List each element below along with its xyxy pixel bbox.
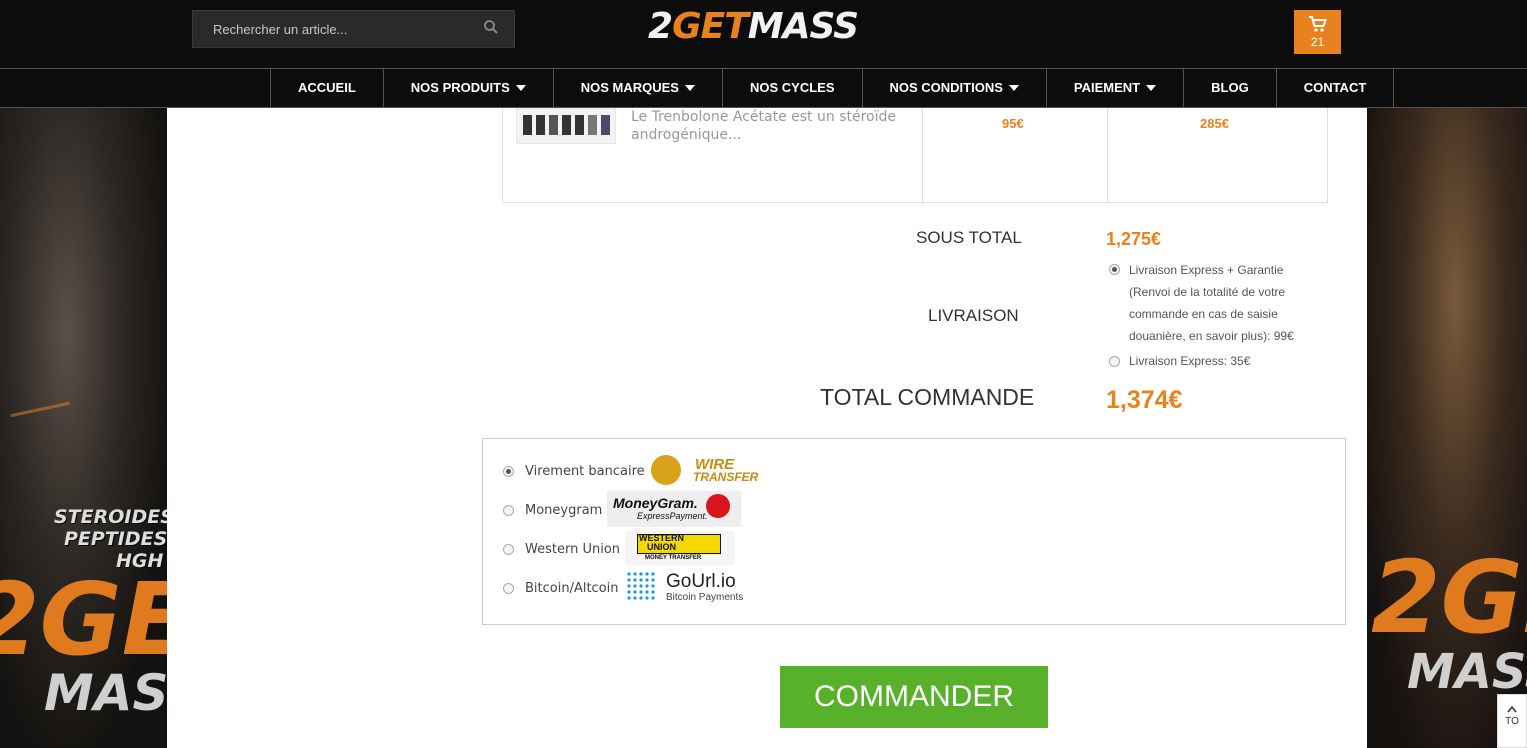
- table-divider: [922, 108, 923, 202]
- payment-radio[interactable]: [503, 505, 514, 516]
- caret-down-icon: [1146, 85, 1157, 91]
- nav-item-nos-produits[interactable]: Nos produits: [382, 69, 553, 107]
- payment-label: Moneygram: [525, 503, 603, 518]
- payment-methods: Virement bancaire WIRE TRANSFER Moneygra…: [482, 438, 1346, 625]
- banner-logo-big: 2GET: [1371, 539, 1527, 656]
- nav-label: Paiement: [1073, 80, 1141, 95]
- banner-decoration: [10, 401, 70, 418]
- nav-item-contact[interactable]: Contact: [1275, 69, 1395, 107]
- banner-tag-line: PEPTIDES: [64, 528, 167, 550]
- chevron-up-icon: [1507, 705, 1517, 713]
- order-total-value: 1,374€: [1106, 386, 1183, 414]
- left-banner: STEROIDES PEPTIDES HGH 2GET MASS: [0, 108, 167, 748]
- table-divider: [1107, 108, 1108, 202]
- shipping-option-text: Livraison Express + Garantie (Renvoi de …: [1129, 263, 1294, 343]
- gourl-logo: GoUrl.io Bitcoin Payments: [626, 571, 752, 605]
- logo-text: GoUrl.io: [666, 571, 736, 592]
- shipping-option-radio[interactable]: [1109, 356, 1120, 367]
- order-total-label: Total commande: [820, 384, 1035, 410]
- nav-item-nos-marques[interactable]: Nos marques: [552, 69, 722, 107]
- caret-down-icon: [684, 85, 695, 91]
- logo-text: MoneyGram.: [613, 495, 698, 511]
- nav-label: Nos marques: [580, 80, 679, 95]
- logo-text: TRANSFER: [693, 470, 759, 484]
- shipping-option-text: Livraison Express: 35€: [1129, 354, 1251, 368]
- subtotal-value: 1,275€: [1106, 229, 1162, 249]
- search-input[interactable]: [193, 11, 483, 47]
- logo-text: MONEY TRANSFER: [645, 555, 702, 561]
- top-header: 2GETMASS 21: [0, 0, 1527, 68]
- moneygram-logo: MoneyGram. ExpressPayment.: [607, 491, 741, 527]
- banner-logo-mass: MASS: [1407, 644, 1527, 700]
- logo-text: Bitcoin Payments: [666, 592, 744, 603]
- logo-text: ExpressPayment.: [637, 511, 708, 521]
- checkout-content: Le Trenbolone Acétate est un stéroïde an…: [167, 108, 1367, 748]
- product-description: Le Trenbolone Acétate est un stéroïde an…: [631, 109, 896, 143]
- main-nav: Accueil Nos produits Nos marques Nos cyc…: [0, 68, 1527, 108]
- nav-label: Nos cycles: [749, 80, 835, 95]
- banner-tag-line: STEROIDES: [54, 506, 167, 528]
- gourl-dots-icon: [627, 572, 655, 600]
- right-banner: 2GET MASS: [1367, 108, 1527, 748]
- caret-down-icon: [1008, 85, 1019, 91]
- nav-item-accueil[interactable]: Accueil: [270, 69, 383, 107]
- banner-logo-big: 2GET: [0, 561, 167, 678]
- shipping-option-radio[interactable]: [1109, 264, 1120, 275]
- site-logo[interactable]: 2GETMASS: [648, 6, 859, 47]
- nav-label: Contact: [1303, 80, 1367, 95]
- logo-part: 2: [648, 6, 673, 47]
- cart-icon: [1309, 16, 1327, 32]
- nav-label: Nos conditions: [889, 80, 1003, 95]
- nav-label: Accueil: [298, 80, 356, 95]
- caret-down-icon: [515, 85, 526, 91]
- search-box: [192, 10, 515, 48]
- product-thumbnail[interactable]: [516, 108, 616, 144]
- nav-label: Nos produits: [410, 80, 510, 95]
- nav-item-paiement[interactable]: Paiement: [1045, 69, 1183, 107]
- search-icon[interactable]: [484, 20, 498, 34]
- shipping-label: Livraison: [928, 306, 1019, 325]
- product-unit-price: 95€: [1002, 116, 1024, 131]
- payment-label: Virement bancaire: [525, 464, 645, 479]
- nav-item-nos-cycles[interactable]: Nos cycles: [721, 69, 862, 107]
- subtotal-label: Sous total: [916, 228, 1022, 247]
- payment-label: Bitcoin/Altcoin: [525, 581, 619, 596]
- payment-label: Western Union: [525, 542, 621, 557]
- cart-count: 21: [1310, 35, 1325, 49]
- order-button[interactable]: Commander: [780, 666, 1048, 728]
- cart-table: Le Trenbolone Acétate est un stéroïde an…: [502, 108, 1328, 203]
- back-to-top-button[interactable]: TO: [1497, 694, 1527, 748]
- logo-text: UNION: [647, 542, 676, 552]
- logo-part: GET: [672, 6, 749, 47]
- payment-radio[interactable]: [503, 544, 514, 555]
- nav-item-blog[interactable]: Blog: [1183, 69, 1276, 107]
- nav-item-nos-conditions[interactable]: Nos conditions: [861, 69, 1046, 107]
- banner-logo-mass: MASS: [44, 664, 167, 722]
- cart-button[interactable]: 21: [1294, 10, 1341, 54]
- western-union-logo: WESTERN UNION MONEY TRANSFER: [625, 531, 735, 565]
- nav-label: Blog: [1211, 80, 1249, 95]
- wire-transfer-logo: WIRE TRANSFER: [649, 454, 761, 486]
- product-line-total: 285€: [1200, 116, 1229, 131]
- payment-radio[interactable]: [503, 583, 514, 594]
- payment-radio[interactable]: [503, 466, 514, 477]
- back-to-top-label: TO: [1505, 716, 1519, 727]
- logo-part: MASS: [747, 6, 859, 47]
